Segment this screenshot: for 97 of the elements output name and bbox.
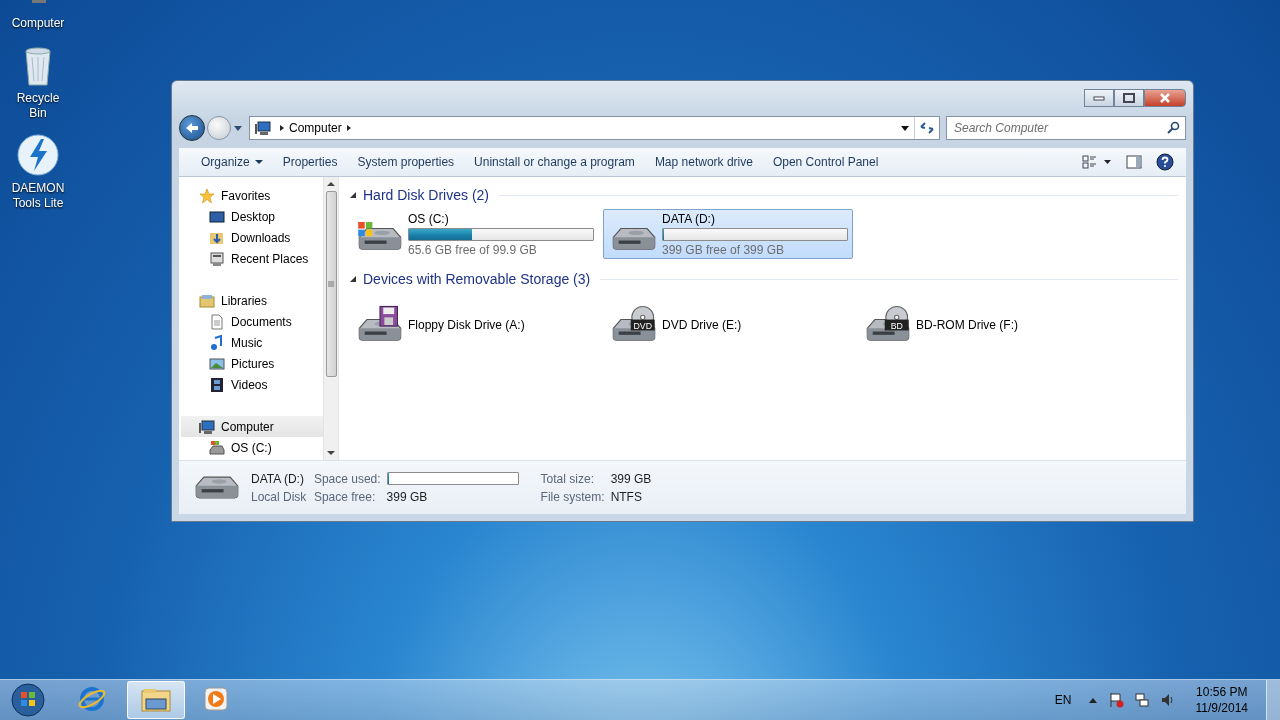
- nav-item[interactable]: Documents: [181, 311, 323, 332]
- back-button[interactable]: [179, 115, 205, 141]
- drive-name: OS (C:): [408, 211, 450, 226]
- file-system-value: NTFS: [610, 489, 643, 504]
- drive-tile[interactable]: DATA (D:) 399 GB free of 399 GB: [603, 209, 853, 259]
- help-button[interactable]: [1154, 151, 1176, 173]
- group-header[interactable]: Hard Disk Drives (2): [363, 187, 489, 203]
- videos-icon: [209, 376, 225, 393]
- history-dropdown[interactable]: [233, 123, 243, 133]
- drive-name: Floppy Disk Drive (A:): [408, 318, 526, 332]
- desktop-icon-label[interactable]: DAEMON Tools Lite: [7, 181, 69, 211]
- nav-item[interactable]: Music: [181, 332, 323, 353]
- flag-icon[interactable]: [1107, 692, 1124, 708]
- refresh-icon: [919, 121, 935, 135]
- clock[interactable]: 10:56 PM 11/9/2014: [1195, 684, 1248, 716]
- documents-icon: [209, 313, 225, 330]
- star-icon: [199, 187, 215, 204]
- drive-name: DATA (D:): [251, 471, 304, 486]
- maximize-button[interactable]: [1114, 89, 1144, 107]
- space-free-label: Space free:: [313, 489, 377, 504]
- caret-icon: [254, 159, 263, 165]
- disc-type-label: DVD: [633, 320, 652, 331]
- pictures-icon: [209, 355, 225, 372]
- pane-icon: [1126, 155, 1142, 169]
- drive-tile[interactable]: OS (C:) 65.6 GB free of 99.9 GB: [349, 209, 599, 259]
- caret-icon: [899, 124, 910, 132]
- address-bar[interactable]: Computer: [249, 116, 940, 140]
- drive-name: DATA (D:): [662, 211, 716, 226]
- nav-item[interactable]: Downloads: [181, 227, 323, 248]
- view-options-button[interactable]: [1080, 153, 1114, 171]
- preview-pane-button[interactable]: [1124, 153, 1144, 171]
- back-arrow-icon: [185, 122, 199, 134]
- close-button[interactable]: [1144, 89, 1186, 107]
- scrollbar[interactable]: [323, 177, 338, 460]
- breadcrumb[interactable]: Computer: [286, 121, 345, 135]
- scroll-up-icon[interactable]: [327, 181, 335, 187]
- restore-icon: [1123, 93, 1135, 103]
- nav-item[interactable]: Computer: [181, 416, 323, 437]
- search-icon: [1166, 121, 1180, 135]
- minimize-icon: [1093, 95, 1105, 101]
- toolbar-button[interactable]: System properties: [349, 151, 463, 173]
- scroll-down-icon[interactable]: [327, 450, 335, 456]
- drive-tile[interactable]: BD BD-ROM Drive (F:): [857, 293, 1107, 357]
- taskbar-app[interactable]: [127, 681, 185, 719]
- free-space-text: 65.6 GB free of 99.9 GB: [408, 242, 538, 257]
- drive-icon: [209, 439, 225, 456]
- chevron-icon[interactable]: [344, 124, 353, 132]
- nav-item[interactable]: Videos: [181, 374, 323, 395]
- menu-button[interactable]: Organize: [193, 151, 271, 173]
- nav-item[interactable]: Favorites: [181, 185, 323, 206]
- drive-tile[interactable]: Floppy Disk Drive (A:): [349, 293, 599, 357]
- disc-drive-icon: [612, 305, 656, 341]
- grip-icon: [328, 281, 334, 287]
- disc-drive-icon: [866, 305, 910, 341]
- show-hidden-icons-icon[interactable]: [1087, 696, 1098, 704]
- desktop-icon: [209, 208, 225, 225]
- scroll-thumb[interactable]: [325, 191, 337, 377]
- libraries-icon: [199, 292, 215, 309]
- disc-type-label: BD: [890, 320, 903, 331]
- total-size-value: 399 GB: [610, 471, 652, 486]
- music-icon: [209, 334, 225, 351]
- drive-type: Local Disk: [251, 489, 308, 504]
- collapse-icon[interactable]: [349, 275, 357, 283]
- nav-item[interactable]: Desktop: [181, 206, 323, 227]
- toolbar-button[interactable]: Open Control Panel: [764, 151, 887, 173]
- drive-name: DVD Drive (E:): [662, 318, 743, 332]
- search-field[interactable]: Search Computer: [946, 116, 1186, 140]
- volume-icon[interactable]: [1159, 692, 1176, 708]
- chevron-icon: [278, 124, 286, 132]
- help-icon: [1156, 153, 1174, 171]
- total-size-label: Total size:: [540, 471, 595, 486]
- drive-name: BD-ROM Drive (F:): [916, 318, 1019, 332]
- group-header[interactable]: Devices with Removable Storage (3): [363, 271, 591, 287]
- free-space-text: 399 GB free of 399 GB: [662, 242, 786, 257]
- nav-item[interactable]: Pictures: [181, 353, 323, 374]
- view-icon: [1082, 155, 1112, 169]
- nav-item[interactable]: Recent Places: [181, 248, 323, 269]
- toolbar-button[interactable]: Properties: [274, 151, 346, 173]
- recent-icon: [209, 250, 225, 267]
- daemon-icon[interactable]: [16, 133, 60, 177]
- network-icon[interactable]: [1133, 692, 1150, 708]
- nav-item[interactable]: Libraries: [181, 290, 323, 311]
- close-icon: [1159, 93, 1171, 103]
- caret-icon: [233, 123, 243, 133]
- hard-drive-icon: [195, 476, 239, 499]
- space-free-value: 399 GB: [386, 489, 429, 504]
- collapse-icon[interactable]: [349, 191, 357, 199]
- desktop-icon-label[interactable]: Computer: [7, 16, 69, 31]
- space-used-label: Space used:: [313, 471, 381, 486]
- start-orb-icon: [11, 683, 45, 717]
- nav-item[interactable]: OS (C:): [181, 437, 323, 458]
- drive-tile[interactable]: DVD DVD Drive (E:): [603, 293, 853, 357]
- toolbar-button[interactable]: Uninstall or change a program: [466, 151, 643, 173]
- toolbar-button[interactable]: Map network drive: [646, 151, 761, 173]
- file-system-label: File system:: [540, 489, 605, 504]
- desktop-icon-label[interactable]: Recycle Bin: [7, 91, 69, 121]
- language-indicator[interactable]: EN: [1054, 693, 1072, 707]
